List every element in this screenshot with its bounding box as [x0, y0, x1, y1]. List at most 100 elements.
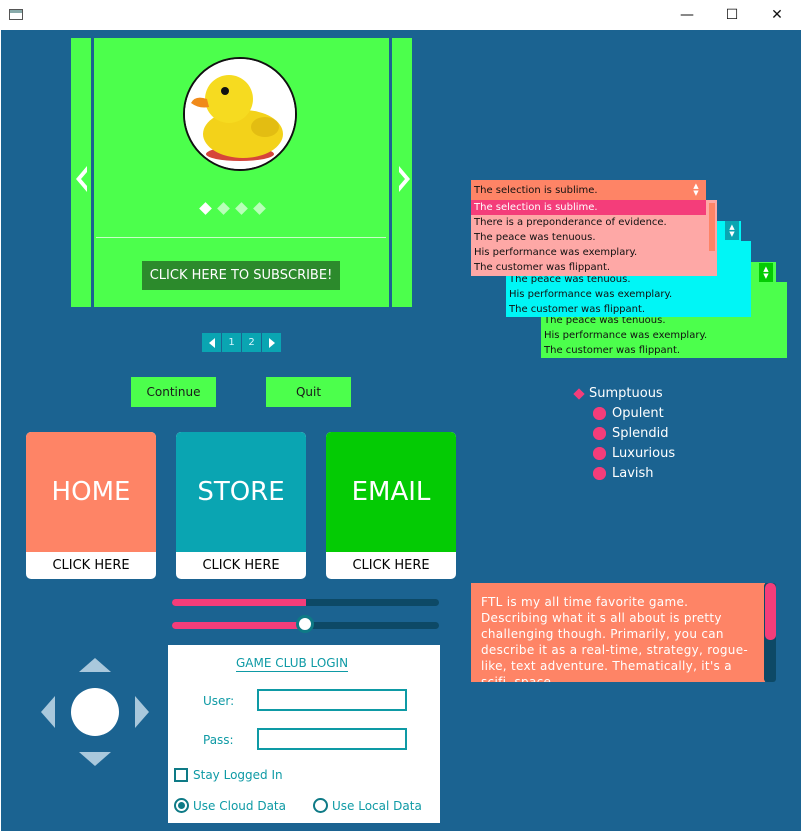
dpad-down-icon[interactable] — [79, 752, 111, 766]
carousel-divider — [96, 237, 386, 238]
combo-green-spinner[interactable]: ▲ ▼ — [759, 263, 773, 282]
tree-child[interactable]: Splendid — [593, 426, 668, 441]
list-item[interactable]: There is a preponderance of evidence. — [471, 215, 717, 230]
chevron-down-icon: ▼ — [729, 229, 735, 238]
window-titlebar: — ☐ ✕ — [0, 0, 802, 30]
user-input[interactable] — [257, 689, 407, 711]
tree-root[interactable]: Sumptuous — [573, 386, 663, 401]
dpad-up-icon[interactable] — [79, 658, 111, 672]
maximize-icon: ☐ — [725, 7, 739, 23]
chevron-right-icon — [268, 337, 275, 348]
list-item[interactable]: The customer was flippant. — [471, 260, 717, 275]
tree-child-label: Splendid — [612, 426, 669, 441]
tile-title: EMAIL — [326, 432, 456, 552]
carousel-next-button[interactable] — [389, 38, 412, 307]
list-item-selected[interactable]: The selection is sublime. — [471, 200, 706, 215]
combo-red-header[interactable]: The selection is sublime. — [471, 180, 706, 200]
chevron-down-icon: ▼ — [693, 188, 699, 197]
close-button[interactable]: ✕ — [754, 0, 800, 30]
gear-icon — [593, 467, 606, 480]
chevron-right-icon — [399, 166, 410, 192]
quit-button[interactable]: Quit — [266, 377, 351, 407]
pagination: 1 2 — [202, 333, 281, 352]
dpad-center-button[interactable] — [71, 688, 119, 736]
progress-slider-1[interactable] — [172, 599, 439, 606]
tile-title: STORE — [176, 432, 306, 552]
textarea-scrollbar[interactable] — [764, 583, 776, 682]
tree-root-label: Sumptuous — [589, 386, 663, 401]
tree-child[interactable]: Opulent — [593, 406, 664, 421]
carousel-dot[interactable] — [235, 202, 248, 215]
pager-page-button[interactable]: 2 — [242, 333, 262, 352]
scrollbar-thumb[interactable] — [765, 583, 776, 640]
gear-icon — [593, 447, 606, 460]
stay-logged-in-checkbox[interactable] — [174, 768, 188, 782]
tile-subtitle: CLICK HERE — [52, 558, 130, 573]
email-tile[interactable]: EMAIL CLICK HERE — [326, 432, 456, 579]
password-input[interactable] — [257, 728, 407, 750]
dpad-right-icon[interactable] — [135, 696, 149, 728]
combo-cyan-spinner[interactable]: ▲ ▼ — [725, 221, 739, 240]
carousel-dot[interactable] — [253, 202, 266, 215]
textarea-content: FTL is my all time favorite game. Descri… — [481, 595, 749, 682]
chevron-down-icon: ▼ — [763, 271, 769, 280]
slider-fill — [172, 622, 306, 629]
gear-icon — [593, 407, 606, 420]
carousel-dot[interactable] — [199, 202, 212, 215]
pass-label: Pass: — [203, 733, 234, 747]
store-tile[interactable]: STORE CLICK HERE — [176, 432, 306, 579]
dpad-left-icon[interactable] — [41, 696, 55, 728]
list-item[interactable]: The customer was flippant. — [506, 302, 751, 317]
image-carousel: CLICK HERE TO SUBSCRIBE! — [71, 38, 412, 307]
description-textarea[interactable]: FTL is my all time favorite game. Descri… — [471, 583, 765, 682]
minimize-button[interactable]: — — [664, 0, 710, 30]
list-item[interactable]: His performance was exemplary. — [506, 287, 751, 302]
close-icon: ✕ — [771, 7, 783, 23]
list-item[interactable]: His performance was exemplary. — [471, 245, 717, 260]
slider-fill — [172, 599, 306, 606]
subscribe-button[interactable]: CLICK HERE TO SUBSCRIBE! — [142, 261, 340, 290]
stay-logged-in-label: Stay Logged In — [193, 768, 283, 782]
diamond-icon — [573, 387, 585, 400]
pager-next-button[interactable] — [262, 333, 281, 352]
dpad-control[interactable] — [41, 658, 149, 766]
pager-page-button[interactable]: 1 — [222, 333, 242, 352]
login-title: GAME CLUB LOGIN — [236, 656, 349, 672]
cloud-data-radio[interactable] — [174, 798, 189, 813]
tree-child-label: Lavish — [612, 466, 654, 481]
tile-subtitle: CLICK HERE — [202, 558, 280, 573]
rubber-duck-icon — [185, 59, 295, 169]
tile-subtitle: CLICK HERE — [352, 558, 430, 573]
maximize-button[interactable]: ☐ — [709, 0, 755, 30]
home-tile[interactable]: HOME CLICK HERE — [26, 432, 156, 579]
pager-prev-button[interactable] — [202, 333, 222, 352]
tile-title: HOME — [26, 432, 156, 552]
tree-child[interactable]: Lavish — [593, 466, 654, 481]
tree-child[interactable]: Luxurious — [593, 446, 675, 461]
app-client-area: CLICK HERE TO SUBSCRIBE! 1 2 Continue Qu… — [1, 30, 801, 831]
carousel-dots — [199, 202, 266, 215]
duck-avatar-image — [183, 57, 297, 171]
gear-icon — [593, 427, 606, 440]
slider-handle[interactable] — [296, 615, 314, 633]
local-data-radio[interactable] — [313, 798, 328, 813]
user-label: User: — [203, 694, 235, 708]
continue-button[interactable]: Continue — [131, 377, 216, 407]
chevron-left-icon — [76, 166, 87, 192]
app-icon — [9, 9, 23, 20]
combo-red-spinner[interactable]: ▲ ▼ — [689, 180, 703, 199]
list-item[interactable]: His performance was exemplary. — [541, 328, 787, 343]
list-item[interactable]: The peace was tenuous. — [471, 230, 717, 245]
tree-child-label: Luxurious — [612, 446, 676, 461]
carousel-prev-button[interactable] — [71, 38, 94, 307]
combo-red-scroll[interactable] — [709, 203, 715, 251]
local-data-label: Use Local Data — [332, 799, 422, 813]
minimize-icon: — — [680, 7, 694, 23]
cloud-data-label: Use Cloud Data — [193, 799, 286, 813]
carousel-dot[interactable] — [217, 202, 230, 215]
login-panel: GAME CLUB LOGIN User: Pass: Stay Logged … — [168, 645, 440, 823]
combo-red-list: The selection is sublime. There is a pre… — [471, 200, 717, 276]
tree-child-label: Opulent — [612, 406, 664, 421]
chevron-left-icon — [208, 337, 215, 348]
list-item[interactable]: The customer was flippant. — [541, 343, 787, 358]
